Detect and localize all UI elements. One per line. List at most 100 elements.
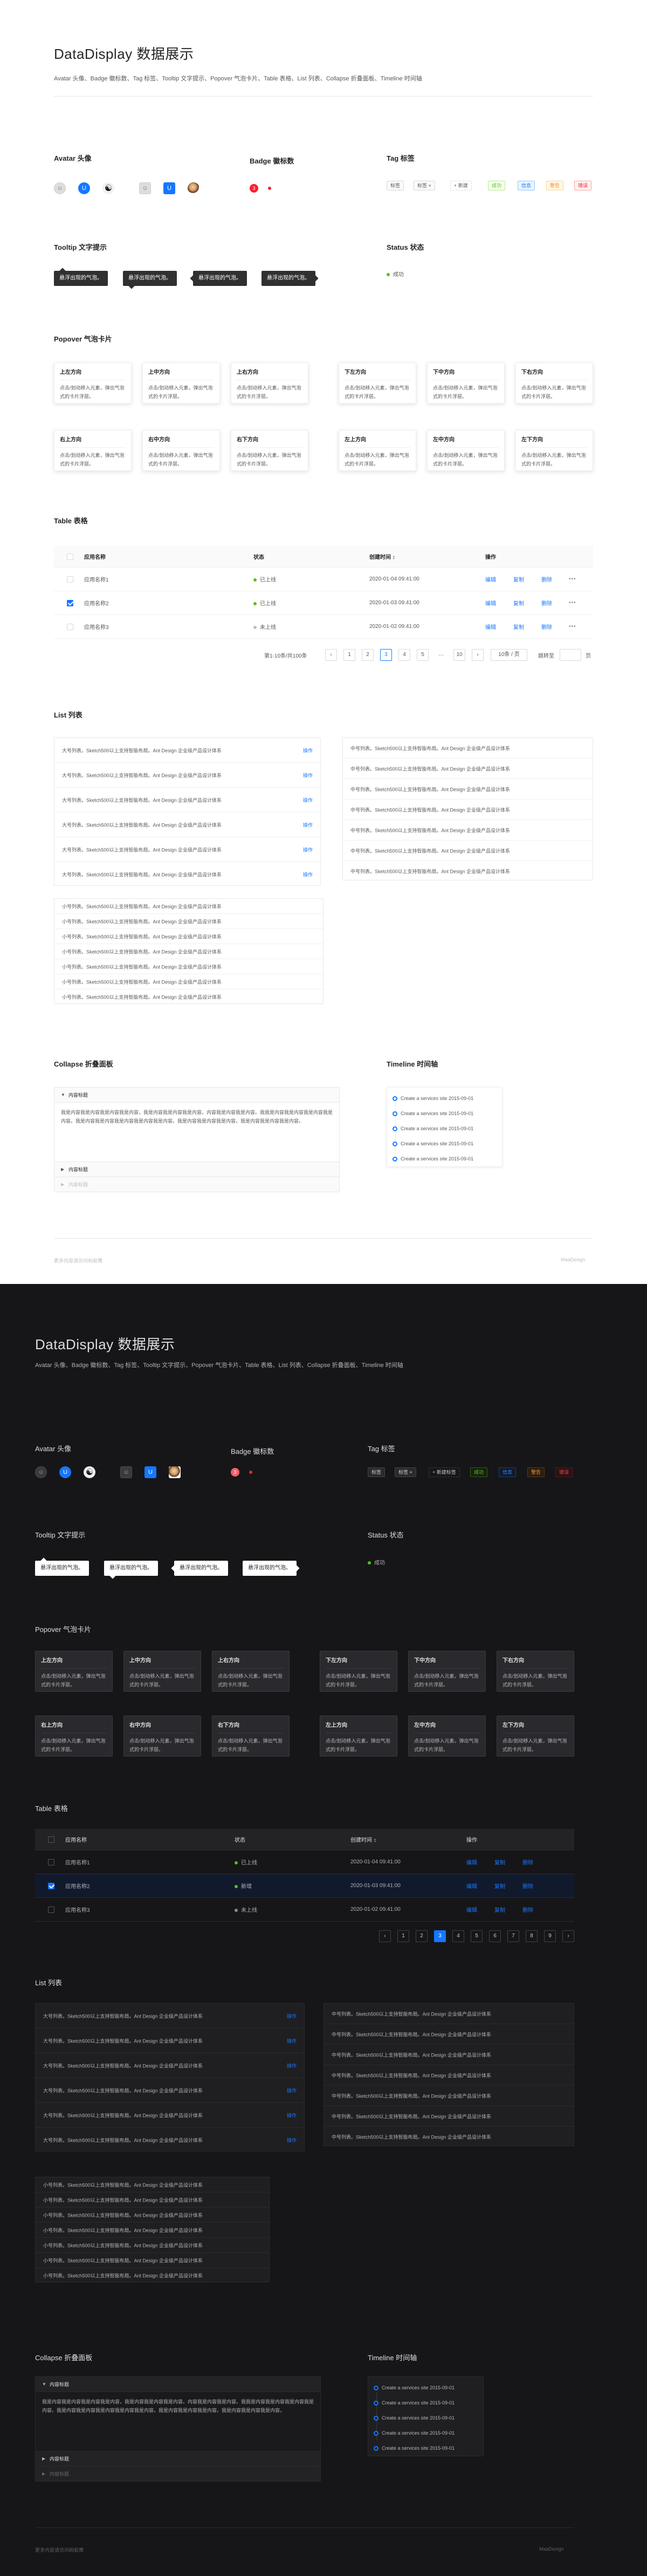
tag-success[interactable]: 成功	[470, 1467, 488, 1477]
next-page-icon[interactable]: ›	[472, 649, 484, 661]
page-item[interactable]: 2	[416, 1930, 428, 1942]
list-action-link[interactable]: 操作	[287, 2112, 297, 2119]
edit-link[interactable]: 编辑	[485, 575, 496, 583]
list-item[interactable]: 中号列表。Sketch500以上支持智能布局。Ant Design 企业级产品设…	[343, 800, 593, 820]
list-item[interactable]: 小号列表。Sketch500以上支持智能布局。Ant Design 企业级产品设…	[54, 959, 323, 974]
prev-page-icon[interactable]: ‹	[379, 1930, 391, 1942]
next-page-icon[interactable]: ›	[562, 1930, 574, 1942]
avatar-letter[interactable]: U	[59, 1466, 71, 1478]
col-header-name[interactable]: 应用名称	[65, 1835, 87, 1843]
edit-link[interactable]: 编辑	[466, 1905, 477, 1914]
tag-default[interactable]: 标签	[368, 1467, 386, 1477]
user-square-icon[interactable]: ☺	[120, 1466, 132, 1478]
delete-link[interactable]: 删除	[522, 1905, 533, 1914]
user-square-icon[interactable]: ☺	[139, 182, 151, 194]
col-header-time[interactable]: 创建时间 ↕	[350, 1835, 376, 1843]
avatar-letter-square[interactable]: U	[163, 182, 175, 194]
list-item[interactable]: 小号列表。Sketch500以上支持智能布局。Ant Design 企业级产品设…	[36, 2253, 269, 2268]
edit-link[interactable]: 编辑	[466, 1882, 477, 1890]
user-icon[interactable]: ☺	[54, 182, 66, 194]
page-item[interactable]: 10	[453, 649, 465, 661]
list-action-link[interactable]: 操作	[287, 2136, 297, 2143]
row-checkbox[interactable]	[67, 623, 73, 630]
col-header-status[interactable]: 状态	[253, 552, 264, 561]
list-item[interactable]: 中号列表。Sketch500以上支持智能布局。Ant Design 企业级产品设…	[324, 2127, 574, 2147]
delete-link[interactable]: 删除	[522, 1882, 533, 1890]
page-item[interactable]: 4	[452, 1930, 464, 1942]
list-item[interactable]: 小号列表。Sketch500以上支持智能布局。Ant Design 企业级产品设…	[54, 914, 323, 929]
tag-default[interactable]: 标签	[387, 181, 404, 190]
list-item[interactable]: 中号列表。Sketch500以上支持智能布局。Ant Design 企业级产品设…	[324, 2024, 574, 2045]
avatar-letter-square[interactable]: U	[144, 1466, 156, 1478]
delete-link[interactable]: 删除	[541, 575, 552, 583]
page-item[interactable]: 9	[544, 1930, 556, 1942]
list-action-link[interactable]: 操作	[287, 2012, 297, 2019]
list-item[interactable]: 中号列表。Sketch500以上支持智能布局。Ant Design 企业级产品设…	[343, 779, 593, 800]
table-row[interactable]: 应用名称1 已上线 2020-01-04 09:41:00 编辑 复制 删除	[35, 1850, 574, 1874]
list-action-link[interactable]: 操作	[303, 821, 313, 828]
table-row[interactable]: 应用名称2 已上线 2020-01-03 09:41:00 编辑 复制 删除 •…	[54, 591, 593, 615]
tag-closable[interactable]: 标签 ×	[414, 181, 435, 190]
list-item[interactable]: 小号列表。Sketch500以上支持智能布局。Ant Design 企业级产品设…	[54, 944, 323, 959]
col-header-time[interactable]: 创建时间 ↕	[369, 552, 395, 561]
collapse-header-expanded[interactable]: ▼ 内容标题	[54, 1088, 339, 1103]
tag-error[interactable]: 错误	[574, 181, 592, 190]
collapse-header-expanded[interactable]: ▼ 内容标题	[36, 2377, 320, 2392]
list-action-link[interactable]: 操作	[303, 796, 313, 803]
sort-icon[interactable]: ↕	[374, 1837, 376, 1843]
select-all-checkbox[interactable]	[67, 553, 73, 560]
delete-link[interactable]: 删除	[541, 623, 552, 631]
photo-avatar[interactable]	[188, 182, 199, 194]
list-item[interactable]: 小号列表。Sketch500以上支持智能布局。Ant Design 企业级产品设…	[36, 2223, 269, 2238]
list-item[interactable]: 中号列表。Sketch500以上支持智能布局。Ant Design 企业级产品设…	[343, 861, 593, 881]
page-item-active[interactable]: 3	[380, 649, 392, 661]
jump-input[interactable]	[560, 649, 581, 661]
list-item[interactable]: 中号列表。Sketch500以上支持智能布局。Ant Design 企业级产品设…	[324, 2086, 574, 2106]
page-item[interactable]: 2	[362, 649, 374, 661]
avatar-letter[interactable]: U	[78, 182, 90, 194]
page-item[interactable]: 8	[526, 1930, 538, 1942]
edit-link[interactable]: 编辑	[466, 1858, 477, 1866]
collapse-header[interactable]: ▶ 内容标题	[54, 1162, 339, 1177]
list-item[interactable]: 中号列表。Sketch500以上支持智能布局。Ant Design 企业级产品设…	[324, 2065, 574, 2086]
list-item[interactable]: 中号列表。Sketch500以上支持智能布局。Ant Design 企业级产品设…	[324, 2106, 574, 2127]
tag-error[interactable]: 错误	[555, 1467, 573, 1477]
prev-page-icon[interactable]: ‹	[325, 649, 337, 661]
list-item[interactable]: 中号列表。Sketch500以上支持智能布局。Ant Design 企业级产品设…	[343, 841, 593, 861]
list-item[interactable]: 大号列表。Sketch500以上支持智能布局。Ant Design 企业级产品设…	[36, 2004, 304, 2028]
row-checkbox[interactable]	[48, 1858, 54, 1866]
page-item-active[interactable]: 3	[434, 1930, 446, 1942]
list-item[interactable]: 小号列表。Sketch500以上支持智能布局。Ant Design 企业级产品设…	[54, 929, 323, 944]
page-item[interactable]: 6	[489, 1930, 501, 1942]
list-item[interactable]: 大号列表。Sketch500以上支持智能布局。Ant Design 企业级产品设…	[36, 2103, 304, 2128]
edit-link[interactable]: 编辑	[485, 599, 496, 607]
list-item[interactable]: 中号列表。Sketch500以上支持智能布局。Ant Design 企业级产品设…	[324, 2045, 574, 2065]
list-item[interactable]: 大号列表。Sketch500以上支持智能布局。Ant Design 企业级产品设…	[36, 2078, 304, 2103]
tag-warning[interactable]: 警告	[546, 181, 564, 190]
tag-warning[interactable]: 警告	[527, 1467, 545, 1477]
list-action-link[interactable]: 操作	[287, 2087, 297, 2094]
row-checkbox[interactable]	[48, 1906, 54, 1913]
list-item[interactable]: 小号列表。Sketch500以上支持智能布局。Ant Design 企业级产品设…	[54, 974, 323, 989]
list-item[interactable]: 大号列表。Sketch500以上支持智能布局。Ant Design 企业级产品设…	[54, 862, 320, 886]
list-item[interactable]: 大号列表。Sketch500以上支持智能布局。Ant Design 企业级产品设…	[54, 788, 320, 812]
list-item[interactable]: 大号列表。Sketch500以上支持智能布局。Ant Design 企业级产品设…	[54, 763, 320, 788]
table-row[interactable]: 应用名称1 已上线 2020-01-04 09:41:00 编辑 复制 删除 •…	[54, 568, 593, 591]
list-item[interactable]: 小号列表。Sketch500以上支持智能布局。Ant Design 企业级产品设…	[54, 989, 323, 1005]
copy-link[interactable]: 复制	[494, 1882, 505, 1890]
tag-add[interactable]: + 新建	[450, 181, 472, 190]
table-row[interactable]: 应用名称3 未上线 2020-01-02 09:41:00 编辑 复制 删除	[35, 1898, 574, 1922]
list-item[interactable]: 大号列表。Sketch500以上支持智能布局。Ant Design 企业级产品设…	[36, 2128, 304, 2152]
delete-link[interactable]: 删除	[541, 599, 552, 607]
list-item[interactable]: 小号列表。Sketch500以上支持智能布局。Ant Design 企业级产品设…	[36, 2177, 269, 2192]
table-row[interactable]: 应用名称3 未上线 2020-01-02 09:41:00 编辑 复制 删除 •…	[54, 615, 593, 639]
page-item[interactable]: 1	[343, 649, 355, 661]
tag-info[interactable]: 信息	[499, 1467, 517, 1477]
list-action-link[interactable]: 操作	[303, 871, 313, 878]
page-item[interactable]: 7	[507, 1930, 519, 1942]
row-checkbox[interactable]	[67, 576, 73, 583]
delete-link[interactable]: 删除	[522, 1858, 533, 1866]
list-item[interactable]: 大号列表。Sketch500以上支持智能布局。Ant Design 企业级产品设…	[54, 812, 320, 837]
row-checkbox[interactable]	[67, 599, 73, 606]
list-item[interactable]: 大号列表。Sketch500以上支持智能布局。Ant Design 企业级产品设…	[54, 837, 320, 862]
